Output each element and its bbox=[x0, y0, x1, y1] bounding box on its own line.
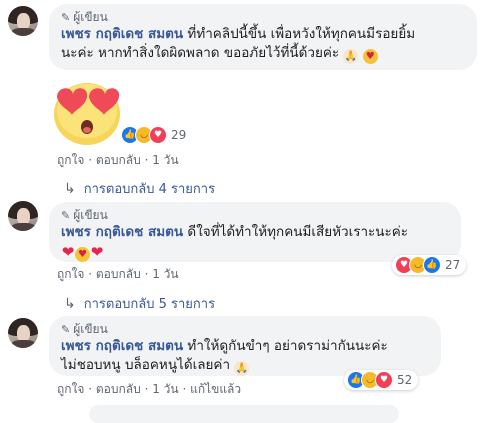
love-icon: ♥ bbox=[375, 371, 393, 389]
author-name-link[interactable]: เพชร กฤติเดช สมตน bbox=[61, 26, 183, 42]
pray-icon: 🙏 bbox=[343, 49, 359, 64]
comment-text-line-1: ทำให้ดูกันขำๆ อย่าดราม่ากันนะค่ะ bbox=[187, 338, 388, 354]
view-replies-link[interactable]: ↳ การตอบกลับ 5 รายการ bbox=[64, 293, 215, 314]
comment-bubble: ✎ ผู้เขียน เพชร กฤติเดช สมตน ทำให้ดูกันข… bbox=[49, 316, 441, 376]
comment-actions: ถูกใจ · ตอบกลับ · 1 วัน bbox=[57, 267, 179, 281]
reaction-summary[interactable]: ♥ ◡ 👍 27 bbox=[392, 255, 467, 275]
edited-link[interactable]: แก้ไขแล้ว bbox=[190, 382, 241, 396]
comment-bubble: ✎ ผู้เขียน เพชร กฤติเดช สมตน ที่ทำคลิปนี… bbox=[49, 4, 477, 70]
timestamp-link[interactable]: 1 วัน bbox=[152, 267, 178, 281]
heart-icon: ❤ bbox=[90, 243, 104, 261]
reaction-summary[interactable]: 👍 ◡ ♥ 52 bbox=[344, 370, 419, 390]
comment-text-line-2: ไม่ชอบหนู บล็อคหนูได้เลยค่า bbox=[61, 357, 231, 373]
replies-label: การตอบกลับ 4 รายการ bbox=[83, 182, 216, 197]
author-avatar[interactable] bbox=[8, 6, 38, 36]
like-link[interactable]: ถูกใจ bbox=[57, 153, 84, 167]
reply-link[interactable]: ตอบกลับ bbox=[96, 267, 141, 281]
heart-icon: ❤ bbox=[61, 243, 75, 261]
pray-icon: 🙏 bbox=[234, 361, 250, 376]
timestamp-link[interactable]: 1 วัน bbox=[152, 153, 178, 167]
author-badge: ✎ ผู้เขียน bbox=[61, 322, 429, 337]
comment-actions: ถูกใจ · ตอบกลับ · 1 วัน · แก้ไขแล้ว bbox=[57, 382, 242, 396]
reply-link[interactable]: ตอบกลับ bbox=[96, 382, 141, 396]
like-link[interactable]: ถูกใจ bbox=[57, 382, 84, 396]
next-comment-bubble bbox=[89, 405, 399, 423]
author-avatar[interactable] bbox=[8, 201, 38, 231]
comment-bubble: ✎ ผู้เขียน เพชร กฤติเดช สมตน ดีใจที่ได้ท… bbox=[49, 202, 461, 262]
comment-text-line-1: ที่ทำคลิปนี้ขึ้น เพื่อหวังให้ทุกคนมีรอยย… bbox=[187, 26, 416, 42]
author-badge-label: ผู้เขียน bbox=[73, 322, 108, 336]
author-avatar[interactable] bbox=[8, 318, 38, 348]
author-badge-label: ผู้เขียน bbox=[73, 208, 108, 222]
reaction-summary[interactable]: 👍 ◡ ♥ 29 bbox=[118, 125, 192, 145]
reply-link[interactable]: ตอบกลับ bbox=[96, 153, 141, 167]
reply-arrow-icon: ↳ bbox=[64, 180, 76, 197]
author-name-link[interactable]: เพชร กฤติเดช สมตน bbox=[61, 224, 183, 240]
author-badge-label: ผู้เขียน bbox=[73, 10, 108, 24]
like-icon: 👍 bbox=[423, 256, 441, 274]
pencil-icon: ✎ bbox=[61, 209, 71, 222]
reaction-count: 52 bbox=[397, 373, 413, 387]
comment-actions: ถูกใจ · ตอบกลับ · 1 วัน bbox=[57, 153, 179, 167]
author-badge: ✎ ผู้เขียน bbox=[61, 10, 465, 25]
pencil-icon: ✎ bbox=[61, 11, 71, 24]
love-face-icon: ♥ bbox=[362, 49, 378, 64]
reply-arrow-icon: ↳ bbox=[64, 295, 76, 312]
like-link[interactable]: ถูกใจ bbox=[57, 267, 84, 281]
view-replies-link[interactable]: ↳ การตอบกลับ 4 รายการ bbox=[64, 178, 215, 199]
comment-text-line-1: ดีใจที่ได้ทำให้ทุกคนมีเสียหัวเราะนะค่ะ bbox=[187, 224, 409, 240]
author-name-link[interactable]: เพชร กฤติเดช สมตน bbox=[61, 338, 183, 354]
love-icon: ♥ bbox=[149, 126, 167, 144]
author-badge: ✎ ผู้เขียน bbox=[61, 208, 449, 223]
timestamp-link[interactable]: 1 วัน bbox=[152, 382, 178, 396]
heart-eyes-face-sticker[interactable] bbox=[47, 77, 127, 147]
reaction-count: 29 bbox=[171, 128, 187, 142]
pencil-icon: ✎ bbox=[61, 323, 71, 336]
love-face-icon: ♥ bbox=[75, 247, 90, 262]
comment-text-line-2: นะค่ะ หากทำสิ่งใดผิดพลาด ขออภัยไว้ที่นี้… bbox=[61, 45, 340, 61]
reaction-count: 27 bbox=[445, 258, 461, 272]
replies-label: การตอบกลับ 5 รายการ bbox=[83, 297, 216, 312]
